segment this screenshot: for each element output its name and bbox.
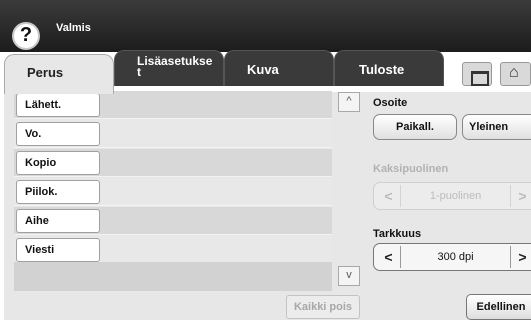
folder-icon[interactable] (462, 62, 492, 86)
field-row-viesti[interactable]: Viesti (14, 236, 332, 264)
list-footer (14, 262, 332, 291)
duplex-stepper: < 1-puolinen > (373, 182, 531, 210)
tab-lisaasetukset[interactable]: Lisäasetukse t (114, 50, 224, 86)
bcc-button[interactable]: Piilok. (16, 180, 100, 204)
resolution-label: Tarkkuus (373, 228, 422, 240)
from-button[interactable]: Lähett. (16, 93, 100, 117)
resolution-next-button[interactable]: > (510, 246, 531, 268)
resolution-stepper[interactable]: < 300 dpi > (373, 243, 531, 271)
to-button[interactable]: Vo. (16, 122, 100, 146)
recipient-field-list: Lähett. Vo. Kopio Piilok. Aihe Viesti (14, 91, 332, 291)
field-row-piilok[interactable]: Piilok. (14, 178, 332, 206)
message-button[interactable]: Viesti (16, 238, 100, 262)
duplex-prev-button: < (377, 185, 401, 207)
duplex-value: 1-puolinen (429, 190, 482, 202)
tab-kuva[interactable]: Kuva (224, 50, 334, 86)
scroll-down-button[interactable]: v (338, 266, 360, 286)
back-button[interactable]: Edellinen (466, 294, 531, 320)
address-label: Osoite (373, 97, 408, 109)
resolution-value: 300 dpi (437, 251, 474, 263)
status-text: Valmis (56, 22, 91, 34)
field-row-kopio[interactable]: Kopio (14, 149, 332, 177)
tab-perus[interactable]: Perus (4, 54, 114, 94)
duplex-next-button: > (510, 185, 531, 207)
field-row-vo[interactable]: Vo. (14, 120, 332, 148)
status-bar: ? Valmis (0, 0, 531, 52)
scroll-up-button[interactable]: ^ (338, 92, 360, 112)
home-icon[interactable] (500, 62, 531, 86)
clear-all-button[interactable]: Kaikki pois (286, 295, 360, 319)
field-row-lahett[interactable]: Lähett. (14, 91, 332, 119)
field-row-aihe[interactable]: Aihe (14, 207, 332, 235)
subject-button[interactable]: Aihe (16, 209, 100, 233)
duplex-label: Kaksipuolinen (373, 163, 449, 175)
tab-tuloste[interactable]: Tuloste (334, 50, 444, 86)
local-address-button[interactable]: Paikall. (373, 114, 457, 140)
global-address-button[interactable]: Yleinen (462, 114, 531, 140)
resolution-prev-button[interactable]: < (377, 246, 401, 268)
cc-button[interactable]: Kopio (16, 151, 100, 175)
help-icon[interactable]: ? (12, 22, 40, 50)
